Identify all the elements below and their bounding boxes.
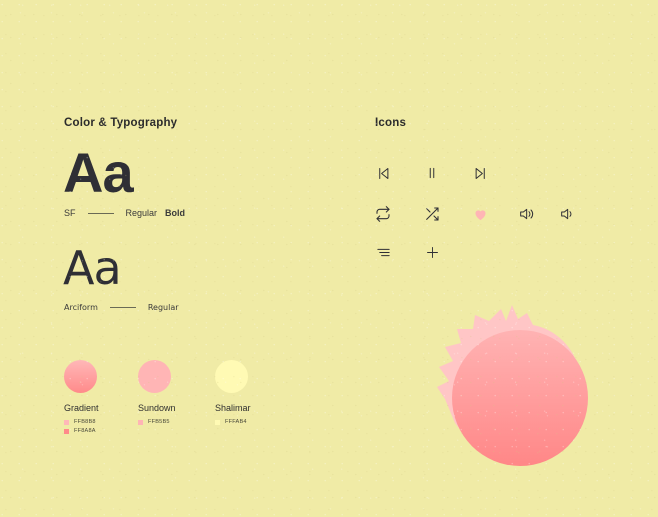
color-hex-row: FF8A8A [64, 428, 99, 434]
volume-high-icon[interactable] [515, 203, 537, 225]
type-family-name-arciform: Arciform [64, 303, 98, 312]
playlist-icon[interactable] [372, 241, 394, 263]
meta-divider-rule [87, 212, 114, 214]
color-chip-icon [64, 428, 69, 434]
type-meta-arciform: Arciform Regular [64, 303, 179, 312]
plus-icon[interactable] [421, 241, 443, 263]
type-family-name-sf: SF [64, 208, 76, 218]
type-weight-bold-sf: Bold [165, 208, 186, 218]
color-swatch-shalimar: Shalimar FFFAB4 [215, 360, 251, 428]
volume-low-icon[interactable] [556, 203, 578, 225]
shuffle-icon[interactable] [421, 203, 443, 225]
color-hex-row: FFB5B5 [138, 419, 176, 425]
color-chip-icon [215, 419, 220, 425]
color-chip-icon [64, 419, 69, 425]
blob-main-circle [452, 330, 588, 466]
color-name-sundown: Sundown [138, 403, 176, 413]
pink-gradient-blob-artwork [437, 305, 588, 466]
color-hex-label: FF8A8A [74, 428, 96, 434]
color-dot-shalimar [215, 360, 248, 393]
color-hex-row: FFB8B8 [64, 419, 99, 425]
color-chip-icon [138, 419, 143, 425]
section-title-color-typography: Color & Typography [64, 117, 178, 129]
heart-icon[interactable] [469, 203, 491, 225]
repeat-icon[interactable] [372, 203, 394, 225]
color-hex-row: FFFAB4 [215, 419, 251, 425]
color-hex-label: FFB8B8 [74, 419, 96, 425]
color-hex-list-sundown: FFB5B5 [138, 419, 176, 425]
previous-track-icon[interactable] [372, 162, 394, 184]
color-hex-list-gradient: FFB8B8 FF8A8A [64, 419, 99, 434]
type-specimen-sf: Aa [63, 141, 134, 204]
meta-divider-rule [109, 307, 136, 308]
color-name-shalimar: Shalimar [215, 403, 251, 413]
section-title-icons: Icons [375, 117, 407, 129]
color-swatch-sundown: Sundown FFB5B5 [138, 360, 176, 428]
type-specimen-arciform: Aa [63, 241, 122, 295]
pause-icon[interactable] [421, 162, 443, 184]
color-swatch-gradient: Gradient FFB8B8 FF8A8A [64, 360, 99, 437]
color-hex-list-shalimar: FFFAB4 [215, 419, 251, 425]
color-hex-label: FFB5B5 [148, 419, 170, 425]
color-dot-sundown [138, 360, 171, 393]
type-weight-regular-arciform: Regular [147, 303, 179, 312]
color-hex-label: FFFAB4 [225, 419, 247, 425]
type-meta-sf: SF Regular Bold [64, 208, 185, 218]
color-name-gradient: Gradient [64, 403, 99, 413]
type-weight-regular-sf: Regular [125, 208, 158, 218]
color-dot-gradient [64, 360, 97, 393]
next-track-icon[interactable] [469, 162, 491, 184]
